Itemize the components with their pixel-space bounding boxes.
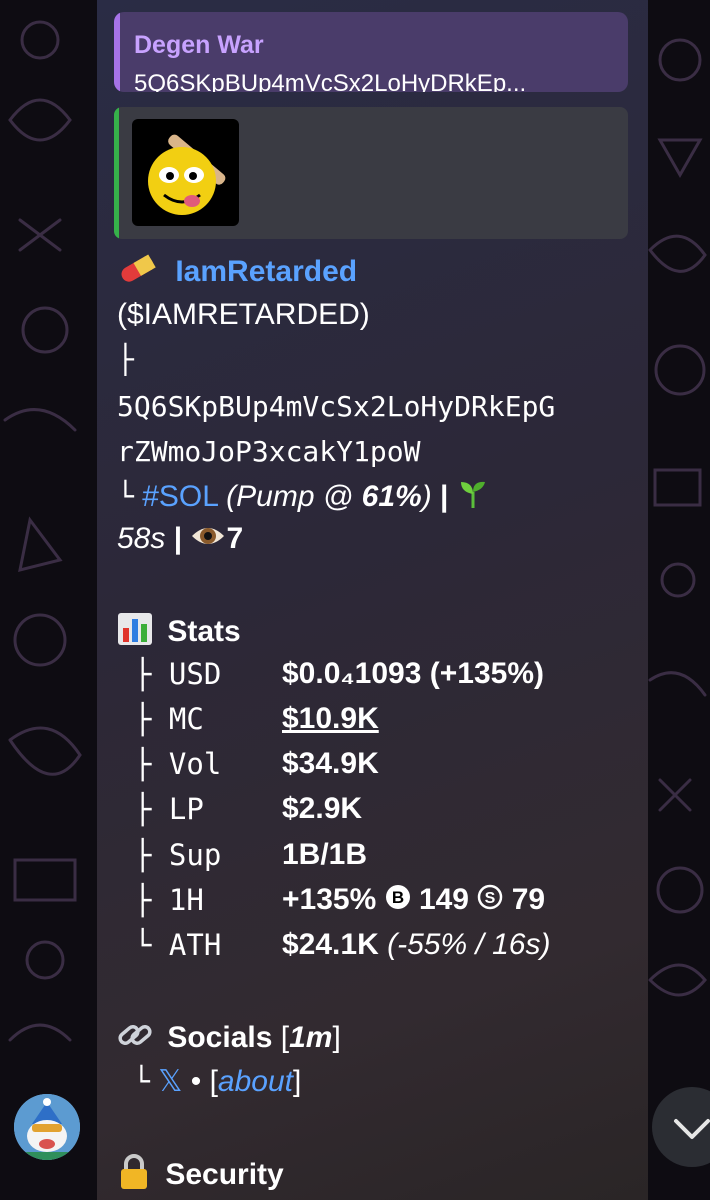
socials-header: Socials [167, 1020, 273, 1054]
stat-value-mc[interactable]: $10.9K [282, 702, 379, 736]
stat-value-usd: $0.0₄1093 (+135%) [282, 657, 544, 690]
security-header: Security [165, 1157, 284, 1191]
link-preview[interactable] [114, 107, 628, 239]
stats-header: Stats [167, 614, 241, 648]
pump-percent: 61% [361, 479, 422, 513]
separator-2: | [173, 522, 183, 555]
chain-hashtag[interactable]: #SOL [142, 480, 218, 513]
reply-sender-name: Degen War [134, 31, 264, 59]
stat-key-lp: ├ LP [134, 792, 204, 826]
stat-value-ath: $24.1K [282, 928, 379, 961]
chevron-down-icon [674, 1119, 710, 1139]
stat-key-ath: └ ATH [134, 928, 222, 962]
bar-chart-icon [117, 612, 153, 654]
about-bracket-open: [ [209, 1065, 218, 1098]
svg-text:B: B [391, 888, 403, 907]
token-name-link[interactable]: IamRetarded [175, 255, 357, 288]
stat-row-mc: ├ MC $10.9K [97, 702, 648, 742]
socials-time-open: [ [280, 1020, 290, 1054]
socials-tree-end: └ [133, 1065, 150, 1098]
stat-note-ath: (-55% / 16s) [387, 928, 551, 961]
socials-time-close: ] [332, 1020, 341, 1054]
stat-key-sup: ├ Sup [134, 838, 222, 872]
token-ticker: ($IAMRETARDED) [117, 298, 370, 331]
message-bubble: Degen War 5Q6SKpBUp4mVcSx2LoHyDRkEp... I… [97, 0, 648, 1200]
separator: | [440, 479, 449, 513]
stat-row-lp: ├ LP $2.9K [97, 792, 648, 832]
stat-key-1h: ├ 1H [134, 883, 204, 917]
link-icon [117, 1018, 153, 1060]
s-circle-icon: S [477, 884, 503, 918]
stat-row-vol: ├ Vol $34.9K [97, 747, 648, 787]
token-address-line-2[interactable]: rZWmoJoP3xcakY1poW [117, 435, 420, 468]
reply-text: 5Q6SKpBUp4mVcSx2LoHyDRkEp... [134, 70, 527, 92]
about-bracket-close: ] [293, 1065, 302, 1098]
stat-value-vol: $34.9K [282, 747, 379, 780]
tree-branch: ├ [117, 343, 134, 376]
stat-key-mc: ├ MC [134, 702, 204, 736]
token-image[interactable] [132, 119, 239, 226]
stat-key-vol: ├ Vol [134, 747, 222, 781]
eye-icon [190, 523, 226, 557]
svg-text:S: S [485, 890, 496, 907]
b-circle-icon: B [385, 884, 411, 918]
stat-row-1h: ├ 1H +135% B 149 S 79 [97, 883, 648, 923]
stat-key-usd: ├ USD [134, 657, 222, 691]
buy-count: 149 [418, 883, 469, 916]
lock-icon [117, 1154, 151, 1198]
pump-suffix: ) [421, 479, 432, 513]
x-link[interactable]: 𝕏 [158, 1065, 182, 1098]
stat-value-1h: +135% [282, 883, 377, 916]
sell-count: 79 [511, 883, 546, 916]
stat-row-ath: └ ATH $24.1K (-55% / 16s) [97, 928, 648, 968]
tree-end: └ [117, 479, 134, 513]
scroll-down-button[interactable] [652, 1087, 710, 1167]
stat-row-usd: ├ USD $0.0₄1093 (+135%) [97, 657, 648, 697]
pill-icon [117, 252, 157, 294]
socials-time: 1m [289, 1020, 333, 1054]
stat-value-lp: $2.9K [282, 792, 363, 825]
pump-prefix: (Pump @ [226, 479, 362, 513]
avatar[interactable] [14, 1094, 80, 1160]
viewer-count: 7 [226, 522, 244, 555]
stat-value-sup: 1B/1B [282, 838, 368, 871]
seedling-icon [457, 478, 489, 518]
preview-accent-bar [114, 107, 119, 239]
stat-row-sup: ├ Sup 1B/1B [97, 838, 648, 878]
about-link[interactable]: about [218, 1065, 293, 1098]
token-age: 58s [117, 522, 166, 555]
reply-accent-bar [114, 12, 120, 92]
token-address-line-1[interactable]: 5Q6SKpBUp4mVcSx2LoHyDRkEpG [117, 390, 555, 423]
reply-quote[interactable]: Degen War 5Q6SKpBUp4mVcSx2LoHyDRkEp... [114, 12, 628, 92]
bullet-separator: • [190, 1065, 202, 1098]
